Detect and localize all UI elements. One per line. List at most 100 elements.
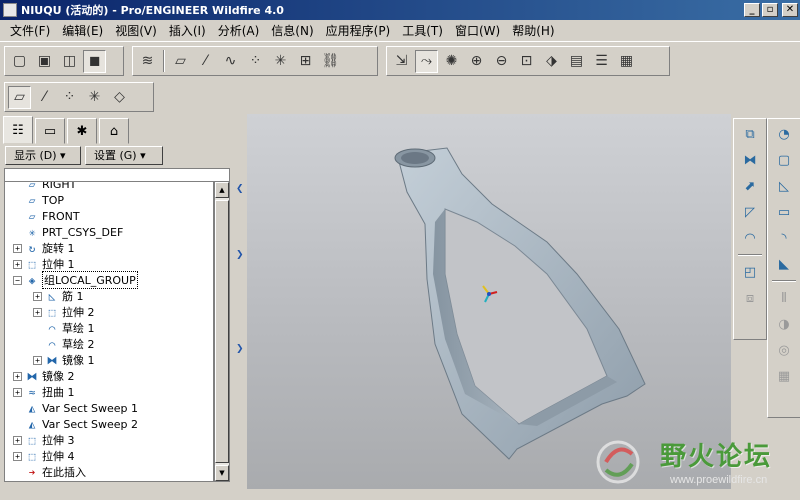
no-hidden-icon[interactable]: ◫ <box>58 50 81 73</box>
point-toggle-icon[interactable]: ⁘ <box>58 86 81 109</box>
spin-center-icon[interactable]: ✺ <box>440 50 463 73</box>
plane-toggle-icon[interactable]: ▱ <box>8 85 31 109</box>
saved-views-icon[interactable]: ▤ <box>565 50 588 73</box>
model-tree[interactable]: ▱ RIGHT ▱ TOP ▱ FRONT ✳ PRT_CSYS_DEF + ↻ 旋转 1 + ⬚ 拉伸 … <box>4 181 214 482</box>
chain-icon[interactable]: ⛓ <box>319 50 342 73</box>
wireframe-icon[interactable]: ▢ <box>8 50 31 73</box>
tree-item[interactable]: ◭ Var Sect Sweep 1 <box>5 400 213 416</box>
zoom-in-icon[interactable]: ⊕ <box>465 50 488 73</box>
merge-icon[interactable]: ⬈ <box>737 174 763 198</box>
folder-tab[interactable]: ▭ <box>35 118 65 144</box>
model-tree-icon[interactable]: ⤳ <box>415 49 438 73</box>
settings-button[interactable]: 设置 (G) ▾ <box>85 145 163 165</box>
annotation-toggle-icon[interactable]: ◇ <box>108 86 131 109</box>
shell-icon[interactable]: ▢ <box>771 148 797 172</box>
expand-toggle-icon[interactable]: + <box>33 291 42 301</box>
offset-icon[interactable]: ◠ <box>737 226 763 250</box>
reorient-icon[interactable]: ⬗ <box>540 50 563 73</box>
tree-item[interactable]: + ⬚ 拉伸 1 <box>5 256 213 272</box>
menu-tools[interactable]: 工具(T) <box>396 20 449 41</box>
tree-item[interactable]: + ⬚ 拉伸 4 <box>5 448 213 464</box>
layers-icon[interactable]: ☰ <box>590 50 613 73</box>
suppress-icon[interactable]: ◎ <box>771 338 797 362</box>
maximize-button[interactable]: ▫ <box>762 3 778 17</box>
expand-toggle-icon[interactable]: + <box>13 451 22 461</box>
expand-toggle-icon[interactable]: + <box>33 307 42 317</box>
chamfer-icon[interactable]: ◣ <box>771 252 797 276</box>
axis-toggle-icon[interactable]: ⁄ <box>33 86 56 109</box>
mirror-icon[interactable]: ⧓ <box>737 148 763 172</box>
tree-item[interactable]: ⌒ 草绘 2 <box>5 336 213 352</box>
group-icon[interactable]: ◑ <box>771 312 797 336</box>
model-tree-tab[interactable]: ☷ <box>3 116 33 144</box>
zoom-out-icon[interactable]: ⊖ <box>490 50 513 73</box>
tree-item[interactable]: + ≈ 扭曲 1 <box>5 384 213 400</box>
regenerate-icon[interactable]: ⇲ <box>390 50 413 73</box>
menu-window[interactable]: 窗口(W) <box>449 20 506 41</box>
panel-splitter[interactable] <box>233 114 247 489</box>
tree-item[interactable]: + ⧓ 镜像 1 <box>5 352 213 368</box>
view-manager-icon[interactable]: ▦ <box>615 50 638 73</box>
expand-toggle-icon[interactable]: − <box>13 275 22 285</box>
favorites-tab[interactable]: ✱ <box>67 118 97 144</box>
menu-insert[interactable]: 插入(I) <box>163 20 212 41</box>
history-tab[interactable]: ⌂ <box>99 118 129 144</box>
copy-icon[interactable]: ⧉ <box>737 122 763 146</box>
tree-item[interactable]: ✳ PRT_CSYS_DEF <box>5 224 213 240</box>
expand-toggle-icon[interactable]: + <box>13 387 22 397</box>
annotation-icon[interactable]: ◰ <box>737 260 763 284</box>
tree-item[interactable]: + ◺ 筋 1 <box>5 288 213 304</box>
tree-item[interactable]: ▱ RIGHT <box>5 182 213 192</box>
datum-plane-icon[interactable]: ▱ <box>169 50 192 73</box>
expand-toggle-icon[interactable]: + <box>13 371 22 381</box>
menu-analysis[interactable]: 分析(A) <box>212 20 266 41</box>
tree-item[interactable]: ⌒ 草绘 1 <box>5 320 213 336</box>
tree-scrollbar[interactable]: ▲ ▼ <box>214 181 230 482</box>
csys-icon[interactable]: ✳ <box>269 50 292 73</box>
datum-curve-icon[interactable]: ∿ <box>219 50 242 73</box>
expand-toggle-icon[interactable]: + <box>13 435 22 445</box>
menu-help[interactable]: 帮助(H) <box>506 20 560 41</box>
datum-point-icon[interactable]: ⁘ <box>244 50 267 73</box>
tree-item[interactable]: + ⧓ 镜像 2 <box>5 368 213 384</box>
relations-icon[interactable]: ⧈ <box>737 286 763 310</box>
close-button[interactable]: ✕ <box>782 3 798 17</box>
trim-icon[interactable]: ◸ <box>737 200 763 224</box>
show-button[interactable]: 显示 (D) ▾ <box>5 145 81 165</box>
expand-arrow-icon[interactable]: ❯ <box>236 344 244 354</box>
expand-toggle-icon[interactable]: + <box>13 259 22 269</box>
menu-info[interactable]: 信息(N) <box>265 20 319 41</box>
tree-item[interactable]: ➔ 在此插入 <box>5 464 213 480</box>
tree-item[interactable]: ▱ FRONT <box>5 208 213 224</box>
expand-toggle-icon[interactable]: + <box>33 355 42 365</box>
draft-icon[interactable]: ▭ <box>771 200 797 224</box>
graphics-window[interactable] <box>247 114 731 489</box>
shading-icon[interactable]: ◼ <box>83 49 106 73</box>
scroll-down-icon[interactable]: ▼ <box>215 465 229 481</box>
tree-item[interactable]: + ⬚ 拉伸 2 <box>5 304 213 320</box>
grid-icon[interactable]: ▦ <box>771 364 797 388</box>
tree-item[interactable]: + ⬚ 拉伸 3 <box>5 432 213 448</box>
menu-applications[interactable]: 应用程序(P) <box>320 20 397 41</box>
datum-axis-icon[interactable]: ⁄ <box>194 50 217 73</box>
scroll-thumb[interactable] <box>215 200 229 463</box>
analysis-icon[interactable]: ⊞ <box>294 50 317 73</box>
hidden-line-icon[interactable]: ▣ <box>33 50 56 73</box>
minimize-button[interactable]: _ <box>744 3 760 17</box>
collapse-arrow-icon[interactable]: ❮ <box>236 184 244 194</box>
tree-item[interactable]: − ◈ 组LOCAL_GROUP <box>5 271 213 289</box>
tree-item[interactable]: + ↻ 旋转 1 <box>5 240 213 256</box>
menu-view[interactable]: 视图(V) <box>109 20 163 41</box>
plane-display-icon[interactable]: ≋ <box>136 50 159 73</box>
pattern-icon[interactable]: ⫴ <box>771 286 797 310</box>
csys-toggle-icon[interactable]: ✳ <box>83 86 106 109</box>
menu-file[interactable]: 文件(F) <box>4 20 56 41</box>
tree-item[interactable]: ▱ TOP <box>5 192 213 208</box>
expand-toggle-icon[interactable]: + <box>13 243 22 253</box>
tree-item[interactable]: ◭ Var Sect Sweep 2 <box>5 416 213 432</box>
rib-icon[interactable]: ◺ <box>771 174 797 198</box>
hole-icon[interactable]: ◔ <box>771 122 797 146</box>
menu-edit[interactable]: 编辑(E) <box>56 20 109 41</box>
expand-arrow-icon[interactable]: ❯ <box>236 250 244 260</box>
scroll-up-icon[interactable]: ▲ <box>215 182 229 198</box>
